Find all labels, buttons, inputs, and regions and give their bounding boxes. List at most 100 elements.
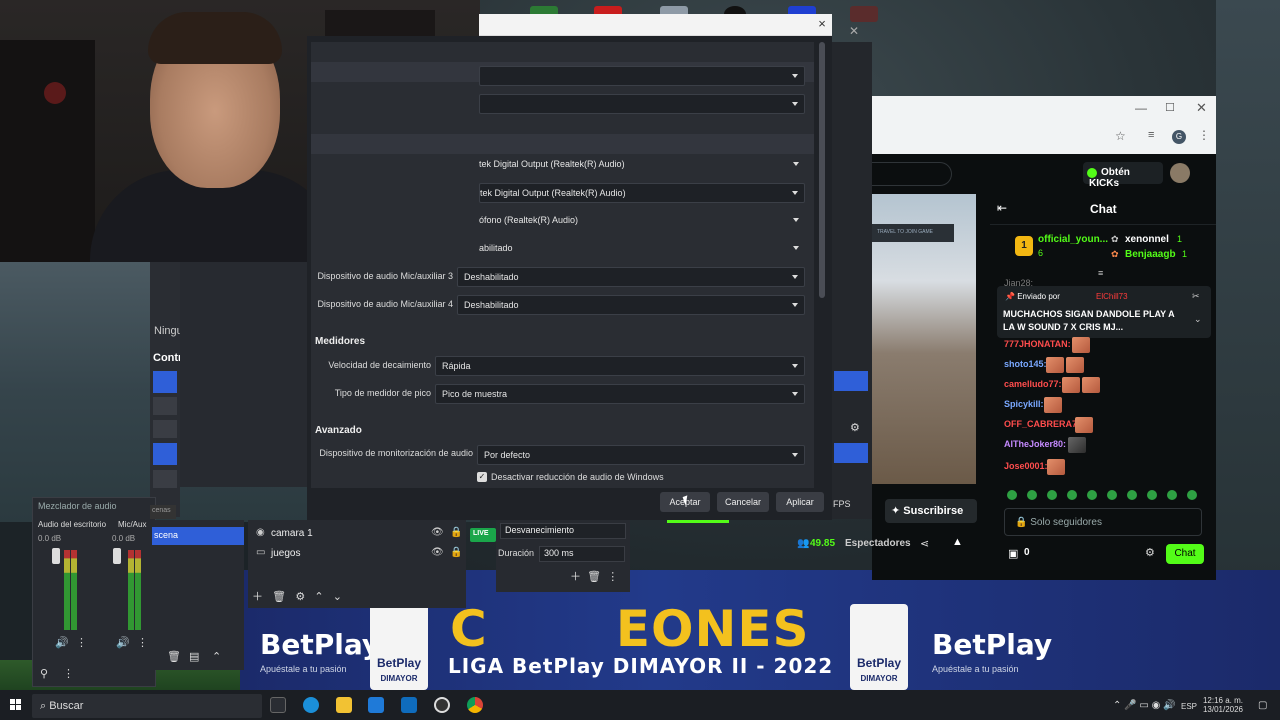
chat-username[interactable]: camelludo77: (1004, 379, 1062, 389)
close-icon[interactable]: ✕ (1196, 100, 1207, 116)
edge-icon[interactable] (303, 697, 319, 713)
share-icon[interactable]: ⋖ (920, 537, 929, 550)
emote[interactable] (1087, 490, 1097, 500)
emote[interactable] (1167, 490, 1177, 500)
emote[interactable] (1027, 490, 1037, 500)
source-item[interactable]: camara 1 (271, 528, 313, 539)
chevron-down-icon[interactable]: ⌄ (1194, 314, 1202, 325)
bookmark-star-icon[interactable]: ☆ (1115, 129, 1126, 143)
ducking-checkbox-label[interactable]: Desactivar reducción de audio de Windows (491, 472, 664, 482)
notifications-icon[interactable]: ▢ (1258, 700, 1267, 711)
taskbar-search[interactable]: ⌕ Buscar (32, 694, 262, 718)
mail-icon[interactable] (401, 697, 417, 713)
chat-username[interactable]: AIThеJoker80: (1004, 439, 1066, 449)
kebab-menu-icon[interactable]: ⋮ (63, 667, 74, 680)
desktop-audio-2-select[interactable]: tek Digital Output (Realtek(R) Audio) (479, 183, 805, 203)
volume-slider[interactable] (113, 548, 121, 564)
volume-slider[interactable] (52, 548, 60, 564)
chevron-down-icon[interactable]: ⌄ (333, 591, 342, 603)
mic-audio-select[interactable]: ófono (Realtek(R) Audio) (479, 211, 805, 231)
link-icon[interactable]: ⚲ (40, 667, 48, 680)
gifter-name[interactable]: Benjaaagb (1125, 249, 1176, 260)
gear-icon[interactable]: ⚙ (295, 591, 305, 603)
lock-icon[interactable]: 🔒 (450, 527, 462, 538)
chevron-up-icon[interactable]: ⌃ (314, 591, 323, 603)
obs-control-button[interactable] (153, 397, 177, 415)
kick-search-bar[interactable] (872, 162, 952, 186)
audio-device-select[interactable] (479, 94, 805, 114)
desktop-audio-select[interactable]: tek Digital Output (Realtek(R) Audio) (479, 155, 805, 175)
chat-username[interactable]: OFF_CABRERA7: (1004, 419, 1080, 429)
eye-icon[interactable]: 👁 (431, 547, 444, 558)
source-item[interactable]: juegos (271, 548, 300, 559)
monitoring-device-select[interactable]: Por defecto (477, 445, 805, 465)
cancel-button[interactable]: Cancelar (717, 492, 769, 512)
obs-control-button[interactable] (153, 470, 177, 488)
chrome-icon[interactable] (467, 697, 483, 713)
delete-icon[interactable]: 🗑 (167, 650, 181, 663)
add-icon[interactable]: ＋ (252, 591, 263, 603)
gear-icon[interactable]: ⚙ (1145, 546, 1155, 559)
scenes-tab[interactable]: cenas (150, 505, 176, 519)
store-icon[interactable] (368, 697, 384, 713)
scene-item-selected[interactable]: scena (152, 527, 244, 545)
obs-control-button[interactable] (153, 371, 177, 393)
filter-icon[interactable]: ≡ (1098, 268, 1103, 278)
add-icon[interactable]: ＋ (570, 571, 581, 583)
chevron-up-icon[interactable]: ⌃ (212, 650, 221, 663)
report-icon[interactable]: ▲ (952, 536, 963, 548)
emote[interactable] (1067, 490, 1077, 500)
gift-box-icon[interactable]: ▣ (1008, 547, 1018, 560)
obs-control-button[interactable] (153, 443, 177, 465)
kebab-menu-icon[interactable]: ⋮ (1198, 128, 1210, 142)
chat-username[interactable]: 777JHONATAN: (1004, 339, 1071, 349)
transition-duration-input[interactable]: 300 ms (539, 546, 625, 562)
collapse-chat-icon[interactable]: ⇤ (997, 201, 1007, 215)
speaker-icon[interactable]: 🔊 (116, 636, 130, 649)
top-gifter-name[interactable]: official_youn... (1038, 234, 1108, 245)
gear-icon[interactable]: ⚙ (850, 421, 860, 434)
obs-icon[interactable] (434, 697, 450, 713)
speaker-icon[interactable]: 🔊 (55, 636, 69, 649)
delete-icon[interactable]: 🗑 (587, 571, 601, 583)
mic-aux-3-select[interactable]: Deshabilitado (457, 267, 805, 287)
maximize-icon[interactable]: ☐ (1165, 101, 1175, 114)
emote[interactable] (1147, 490, 1157, 500)
transition-type-select[interactable]: Desvanecimiento (500, 523, 626, 539)
profile-avatar[interactable]: G (1172, 130, 1186, 144)
app-icon[interactable] (850, 6, 878, 22)
start-button[interactable] (10, 699, 22, 711)
obs-control-button[interactable] (153, 420, 177, 438)
peak-meter-select[interactable]: Pico de muestra (435, 384, 805, 404)
obs-control-button[interactable] (834, 443, 868, 463)
kebab-menu-icon[interactable]: ⋮ (76, 636, 87, 649)
ducking-checkbox[interactable]: ✓ (477, 472, 487, 482)
close-icon[interactable]: ✕ (849, 24, 859, 38)
delete-icon[interactable]: 🗑 (272, 591, 286, 603)
kebab-menu-icon[interactable]: ⋮ (607, 571, 618, 583)
chat-username[interactable]: Spicykill: (1004, 399, 1044, 409)
gifter-name[interactable]: xenonnel (1125, 234, 1169, 245)
chat-username[interactable]: Jose0001: (1004, 461, 1048, 471)
eye-icon[interactable]: 👁 (431, 527, 444, 538)
chat-input[interactable]: 🔒 Solo seguidores (1004, 508, 1202, 536)
mic-aux-4-select[interactable]: Deshabilitado (457, 295, 805, 315)
audio-device-select[interactable] (479, 66, 805, 86)
pinned-sender-name[interactable]: ElChill73 (1096, 292, 1128, 301)
subscribe-button[interactable]: ✦ Suscribirse (885, 499, 977, 523)
taskbar-clock[interactable]: 12:16 a. m. 13/01/2026 (1200, 696, 1246, 714)
reading-list-icon[interactable]: ≡ (1148, 129, 1154, 141)
apply-button[interactable]: Aplicar (776, 492, 824, 512)
system-tray-icons[interactable]: ⌃ 🎤 ▭ ◉ 🔊 (1113, 700, 1176, 711)
mic-audio-2-select[interactable]: abilitado (479, 239, 805, 259)
send-chat-button[interactable]: Chat (1166, 544, 1204, 564)
emote[interactable] (1107, 490, 1117, 500)
input-language[interactable]: ESP (1181, 702, 1197, 711)
task-view-icon[interactable] (270, 697, 286, 713)
emote[interactable] (1187, 490, 1197, 500)
minimize-icon[interactable]: — (1135, 101, 1147, 115)
close-icon[interactable]: × (814, 16, 830, 32)
lock-icon[interactable]: 🔒 (450, 547, 462, 558)
kebab-menu-icon[interactable]: ⋮ (137, 636, 148, 649)
unpin-icon[interactable]: ✂ (1192, 291, 1200, 302)
